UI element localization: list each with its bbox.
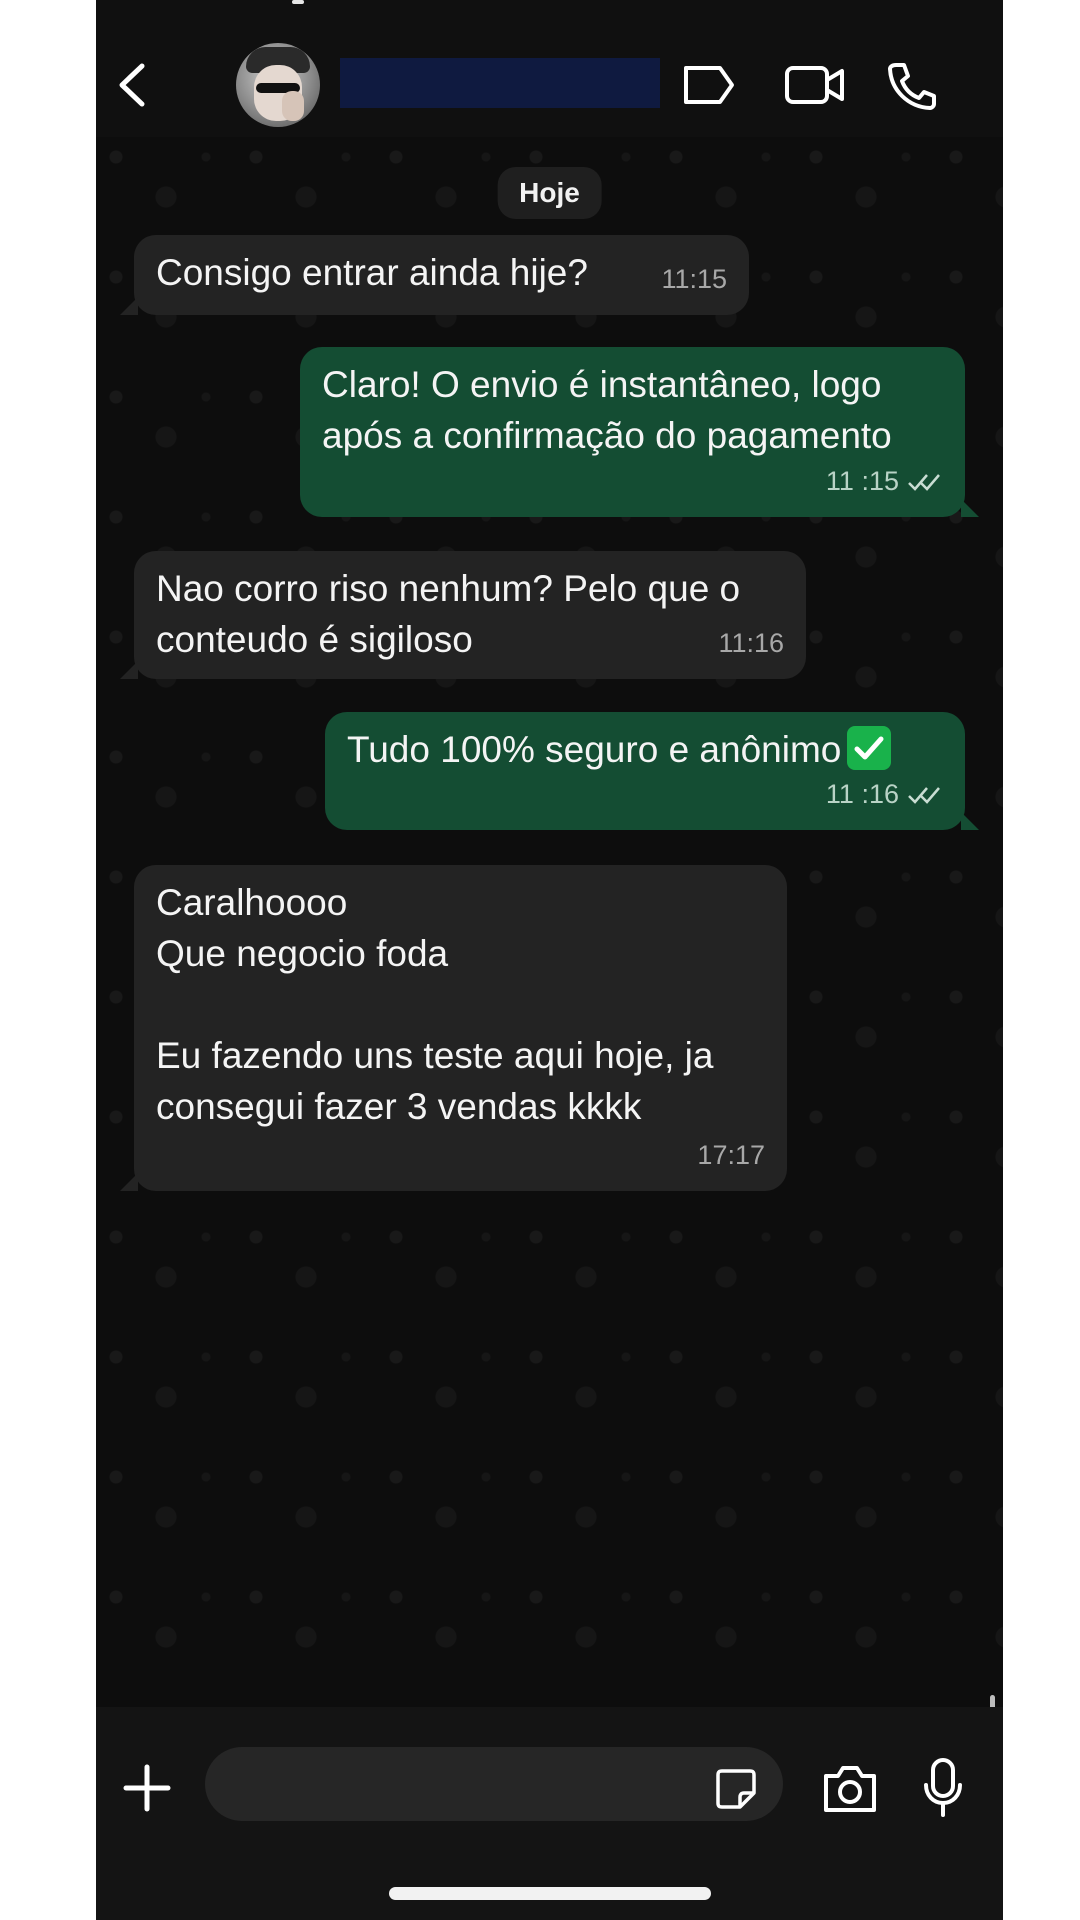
message-bubble-outgoing[interactable]: Claro! O envio é instantâneo, logo após …	[300, 347, 979, 517]
double-check-icon	[908, 786, 940, 804]
message-time: 11:16	[718, 628, 784, 658]
message-time: 11:15	[661, 264, 727, 294]
camera-icon[interactable]	[822, 1762, 878, 1814]
check-mark-button-icon	[847, 726, 892, 770]
message-bubble-incoming[interactable]: Caralhoooo Que negocio foda Eu fazendo u…	[120, 865, 787, 1191]
home-indicator[interactable]	[389, 1887, 711, 1900]
phone-icon[interactable]	[886, 60, 938, 110]
message-composer	[96, 1707, 1003, 1920]
message-bubble-outgoing[interactable]: Tudo 100% seguro e anônimo 11 :16	[325, 712, 979, 830]
chat-header	[96, 0, 1003, 137]
message-time: 11 :16	[825, 779, 899, 809]
sticker-icon[interactable]	[714, 1767, 758, 1811]
phone-screen: Hoje Consigo entrar ainda hije? 11:15 Cl…	[96, 0, 1003, 1920]
message-input[interactable]	[205, 1747, 783, 1821]
date-separator: Hoje	[497, 167, 602, 219]
microphone-icon[interactable]	[922, 1757, 964, 1819]
message-bubble-incoming[interactable]: Nao corro riso nenhum? Pelo que o conteu…	[120, 551, 806, 679]
message-time: 11 :15	[825, 466, 899, 496]
chevron-left-icon[interactable]	[112, 60, 156, 110]
contact-name[interactable]	[340, 58, 660, 108]
message-text: Consigo entrar ainda hije?	[156, 252, 588, 293]
message-bubble-incoming[interactable]: Consigo entrar ainda hije? 11:15	[120, 235, 749, 315]
video-camera-icon[interactable]	[784, 60, 846, 110]
message-text: Claro! O envio é instantâneo, logo após …	[322, 364, 892, 456]
double-check-icon	[908, 473, 940, 491]
avatar[interactable]	[236, 43, 320, 127]
message-text: Caralhoooo Que negocio foda Eu fazendo u…	[156, 882, 714, 1127]
chat-area[interactable]: Hoje Consigo entrar ainda hije? 11:15 Cl…	[96, 137, 1003, 1713]
message-text: Tudo 100% seguro e anônimo	[347, 729, 842, 770]
message-text: Nao corro riso nenhum? Pelo que o conteu…	[156, 568, 741, 660]
message-time: 17:17	[697, 1140, 765, 1170]
tag-icon[interactable]	[680, 60, 738, 110]
status-bar-remnant	[292, 0, 304, 4]
plus-icon[interactable]	[122, 1763, 172, 1813]
